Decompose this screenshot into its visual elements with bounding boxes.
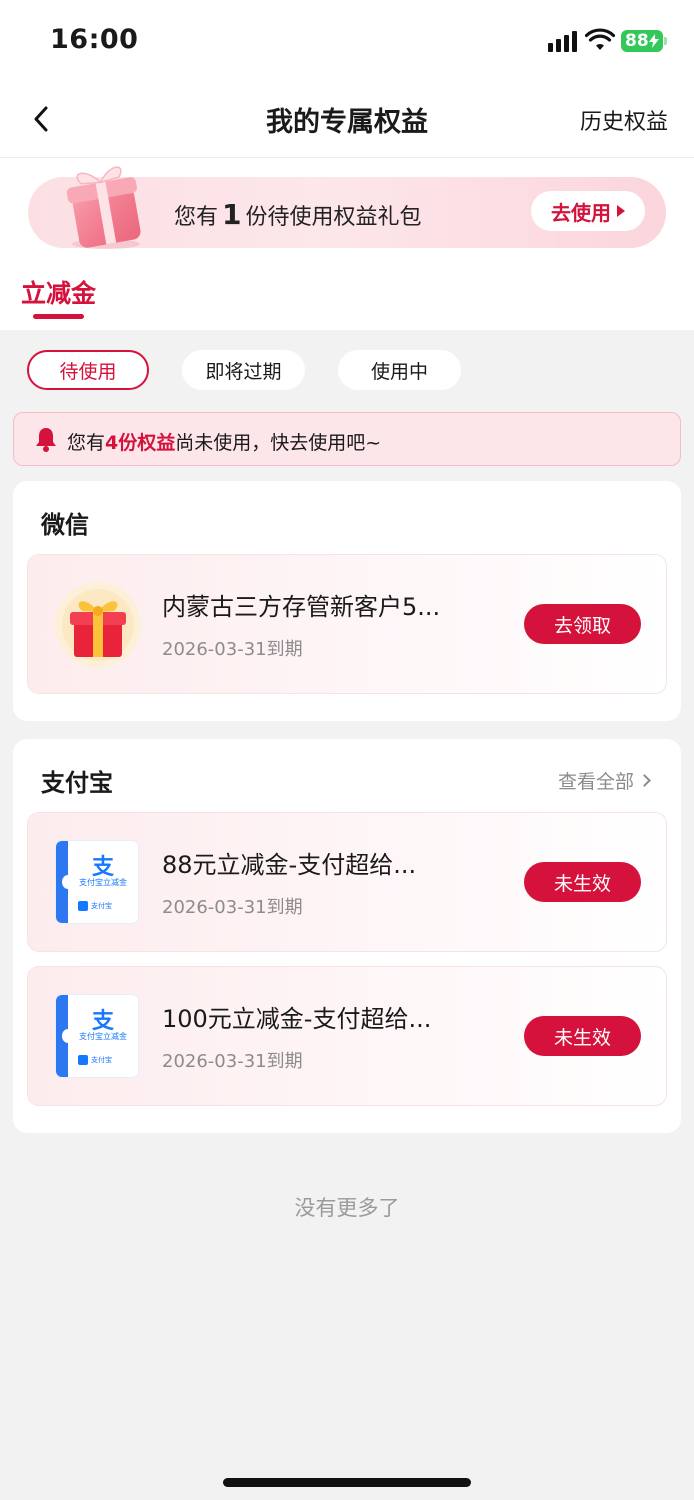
use-now-button[interactable]: 去使用	[531, 191, 645, 231]
filter-in-use[interactable]: 使用中	[338, 350, 461, 390]
item-name: 100元立减金-支付超给...	[162, 1005, 432, 1033]
list-item[interactable]: 内蒙古三方存管新客户5... 2026-03-31到期 去领取	[27, 554, 667, 694]
filter-pending[interactable]: 待使用	[27, 350, 149, 390]
item-name: 内蒙古三方存管新客户5...	[162, 593, 441, 621]
bell-icon	[36, 428, 56, 452]
play-arrow-icon	[617, 205, 625, 217]
status-bar: 16:00 88	[0, 0, 694, 82]
alipay-card-title: 支付宝	[41, 769, 113, 797]
unused-notice: 您有4份权益尚未使用，快去使用吧~	[13, 412, 681, 466]
status-time: 16:00	[50, 24, 139, 55]
alipay-card: 支付宝 查看全部 支 支付宝立减金 支付宝 88元立减金-支付超给... 202…	[13, 739, 681, 1133]
item-name: 88元立减金-支付超给...	[162, 851, 417, 879]
banner-prefix: 您有	[174, 205, 219, 230]
battery-tip	[664, 37, 667, 45]
view-all-link[interactable]: 查看全部	[557, 767, 651, 794]
ticket-label: 支付宝立减金	[79, 1032, 127, 1041]
wechat-card-title: 微信	[41, 511, 89, 539]
ticket-foot: 支付宝	[91, 1056, 112, 1064]
tab-instant-discount[interactable]: 立减金	[21, 274, 96, 310]
item-date: 2026-03-31到期	[162, 639, 303, 660]
item-date: 2026-03-31到期	[162, 1051, 303, 1072]
gift-box-icon	[66, 166, 141, 249]
notice-prefix: 您有	[67, 432, 106, 454]
tab-underline	[33, 314, 84, 319]
item-date: 2026-03-31到期	[162, 897, 303, 918]
home-indicator	[223, 1478, 471, 1487]
list-item[interactable]: 支 支付宝立减金 支付宝 100元立减金-支付超给... 2026-03-31到…	[27, 966, 667, 1106]
wechat-card: 微信 内蒙古三方存管新客户5... 2026-03-31到期 去领取	[13, 481, 681, 721]
no-more-text: 没有更多了	[294, 1196, 400, 1220]
banner-text: 您有 1 份待使用权益礼包	[174, 198, 422, 231]
nav-bar: 我的专属权益 历史权益	[0, 82, 694, 158]
battery-icon: 88	[621, 30, 663, 52]
history-benefits-link[interactable]: 历史权益	[580, 104, 668, 136]
gift-icon	[55, 582, 141, 668]
signal-icon	[548, 30, 578, 52]
ticket-label: 支付宝立减金	[79, 878, 127, 887]
filter-expiring[interactable]: 即将过期	[182, 350, 305, 390]
notice-text: 您有4份权益尚未使用，快去使用吧~	[67, 428, 381, 455]
battery-level: 88	[625, 31, 649, 51]
wifi-icon	[585, 28, 615, 50]
banner-count: 1	[222, 198, 242, 231]
charging-bolt-icon	[648, 34, 659, 48]
claim-button[interactable]: 去领取	[524, 604, 641, 644]
alipay-coupon-icon: 支 支付宝立减金 支付宝	[56, 841, 138, 923]
use-now-label: 去使用	[551, 200, 611, 225]
not-active-button[interactable]: 未生效	[524, 1016, 641, 1056]
ticket-foot: 支付宝	[91, 902, 112, 910]
alipay-coupon-icon: 支 支付宝立减金 支付宝	[56, 995, 138, 1077]
banner-suffix: 份待使用权益礼包	[245, 205, 422, 230]
notice-suffix: 尚未使用，快去使用吧~	[175, 432, 382, 454]
chevron-right-icon	[638, 774, 651, 787]
view-all-label: 查看全部	[557, 771, 634, 793]
notice-highlight: 4份权益	[105, 432, 176, 454]
list-item[interactable]: 支 支付宝立减金 支付宝 88元立减金-支付超给... 2026-03-31到期…	[27, 812, 667, 952]
not-active-button[interactable]: 未生效	[524, 862, 641, 902]
back-icon[interactable]	[26, 104, 56, 134]
